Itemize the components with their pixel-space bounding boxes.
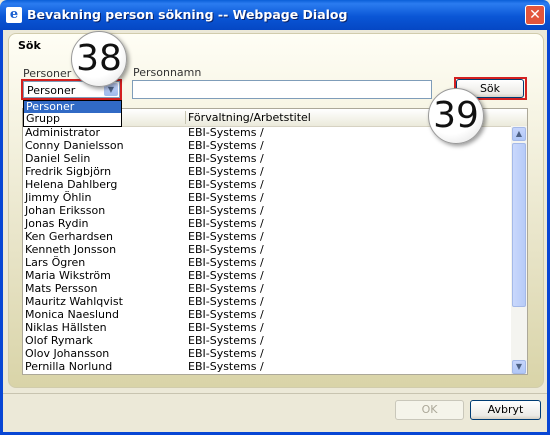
person-org: EBI-Systems /: [188, 295, 264, 308]
column-header-org[interactable]: Förvaltning/Arbetstitel: [188, 111, 311, 124]
name-label: Personnamn: [133, 66, 202, 79]
person-name: Daniel Selin: [25, 152, 91, 165]
footer-divider: [3, 393, 547, 394]
table-row[interactable]: Daniel Selin EBI-Systems /: [23, 152, 513, 165]
person-name: Maria Wikström: [25, 269, 111, 282]
person-name: Mauritz Wahlqvist: [25, 295, 123, 308]
person-org: EBI-Systems /: [188, 126, 264, 139]
type-dropdown-list[interactable]: Personer Grupp: [23, 100, 122, 127]
scroll-up-icon[interactable]: ▲: [512, 127, 526, 141]
person-name: Olof Rymark: [25, 334, 93, 347]
person-org: EBI-Systems /: [188, 243, 264, 256]
person-name: Johan Eriksson: [25, 204, 106, 217]
person-name: Olov Johansson: [25, 347, 110, 360]
person-org: EBI-Systems /: [188, 152, 264, 165]
person-org: EBI-Systems /: [188, 334, 264, 347]
person-name: Ken Gerhardsen: [25, 230, 114, 243]
person-org: EBI-Systems /: [188, 282, 264, 295]
table-row[interactable]: Fredrik Sigbjörn EBI-Systems /: [23, 165, 513, 178]
table-row[interactable]: Pernilla Norlund EBI-Systems /: [23, 360, 513, 373]
person-name: Conny Danielsson: [25, 139, 124, 152]
person-org: EBI-Systems /: [188, 230, 264, 243]
person-name: Mats Persson: [25, 282, 98, 295]
close-icon: ✕: [529, 7, 541, 23]
person-org: EBI-Systems /: [188, 360, 264, 373]
name-input[interactable]: [132, 80, 432, 99]
scrollbar-thumb[interactable]: [512, 143, 526, 307]
person-name: Niklas Hällsten: [25, 321, 107, 334]
table-row[interactable]: Conny Danielsson EBI-Systems /: [23, 139, 513, 152]
title-bar: e Bevakning person sökning -- Webpage Di…: [0, 0, 550, 30]
person-name: Fredrik Sigbjörn: [25, 165, 112, 178]
table-row[interactable]: Ken Gerhardsen EBI-Systems /: [23, 230, 513, 243]
table-row[interactable]: Monica Naeslund EBI-Systems /: [23, 308, 513, 321]
callout-38: 38: [71, 31, 127, 87]
table-row[interactable]: Kenneth Jonsson EBI-Systems /: [23, 243, 513, 256]
table-row[interactable]: Mauritz Wahlqvist EBI-Systems /: [23, 295, 513, 308]
table-row[interactable]: Maria Wikström EBI-Systems /: [23, 269, 513, 282]
table-row[interactable]: Olof Rymark EBI-Systems /: [23, 334, 513, 347]
person-org: EBI-Systems /: [188, 139, 264, 152]
section-title: Sök: [18, 39, 41, 52]
callout-39: 39: [428, 88, 484, 144]
person-name: Helena Dahlberg: [25, 178, 118, 191]
person-org: EBI-Systems /: [188, 256, 264, 269]
table-row[interactable]: Johan Eriksson EBI-Systems /: [23, 204, 513, 217]
ok-button[interactable]: OK: [395, 400, 464, 420]
window-title: Bevakning person sökning -- Webpage Dial…: [27, 7, 348, 22]
person-org: EBI-Systems /: [188, 165, 264, 178]
table-body: Administrator EBI-Systems / Conny Danielss…: [23, 126, 513, 373]
person-org: EBI-Systems /: [188, 178, 264, 191]
table-row[interactable]: Lars Ögren EBI-Systems /: [23, 256, 513, 269]
person-org: EBI-Systems /: [188, 191, 264, 204]
person-name: Kenneth Jonsson: [25, 243, 117, 256]
person-name: Jimmy Öhlin: [25, 191, 92, 204]
table-row[interactable]: Jimmy Öhlin EBI-Systems /: [23, 191, 513, 204]
table-row[interactable]: Mats Persson EBI-Systems /: [23, 282, 513, 295]
person-org: EBI-Systems /: [188, 308, 264, 321]
person-name: Lars Ögren: [25, 256, 86, 269]
person-name: Administrator: [25, 126, 100, 139]
person-table: Förvaltning/Arbetstitel Administrator EBI…: [22, 108, 528, 375]
vertical-scrollbar[interactable]: ▲ ▼: [511, 126, 527, 374]
person-org: EBI-Systems /: [188, 204, 264, 217]
ie-icon: e: [6, 7, 22, 23]
close-button[interactable]: ✕: [525, 5, 545, 25]
table-row[interactable]: Niklas Hällsten EBI-Systems /: [23, 321, 513, 334]
table-row[interactable]: Jonas Rydin EBI-Systems /: [23, 217, 513, 230]
person-org: EBI-Systems /: [188, 269, 264, 282]
person-org: EBI-Systems /: [188, 347, 264, 360]
table-row[interactable]: Helena Dahlberg EBI-Systems /: [23, 178, 513, 191]
person-name: Jonas Rydin: [25, 217, 89, 230]
person-org: EBI-Systems /: [188, 321, 264, 334]
dropdown-option-grupp[interactable]: Grupp: [24, 113, 121, 125]
scroll-down-icon[interactable]: ▼: [512, 360, 526, 374]
person-name: Pernilla Norlund: [25, 360, 113, 373]
cancel-button[interactable]: Avbryt: [470, 400, 541, 420]
table-row[interactable]: Olov Johansson EBI-Systems /: [23, 347, 513, 360]
column-divider: [185, 111, 186, 124]
person-name: Monica Naeslund: [25, 308, 119, 321]
person-org: EBI-Systems /: [188, 217, 264, 230]
